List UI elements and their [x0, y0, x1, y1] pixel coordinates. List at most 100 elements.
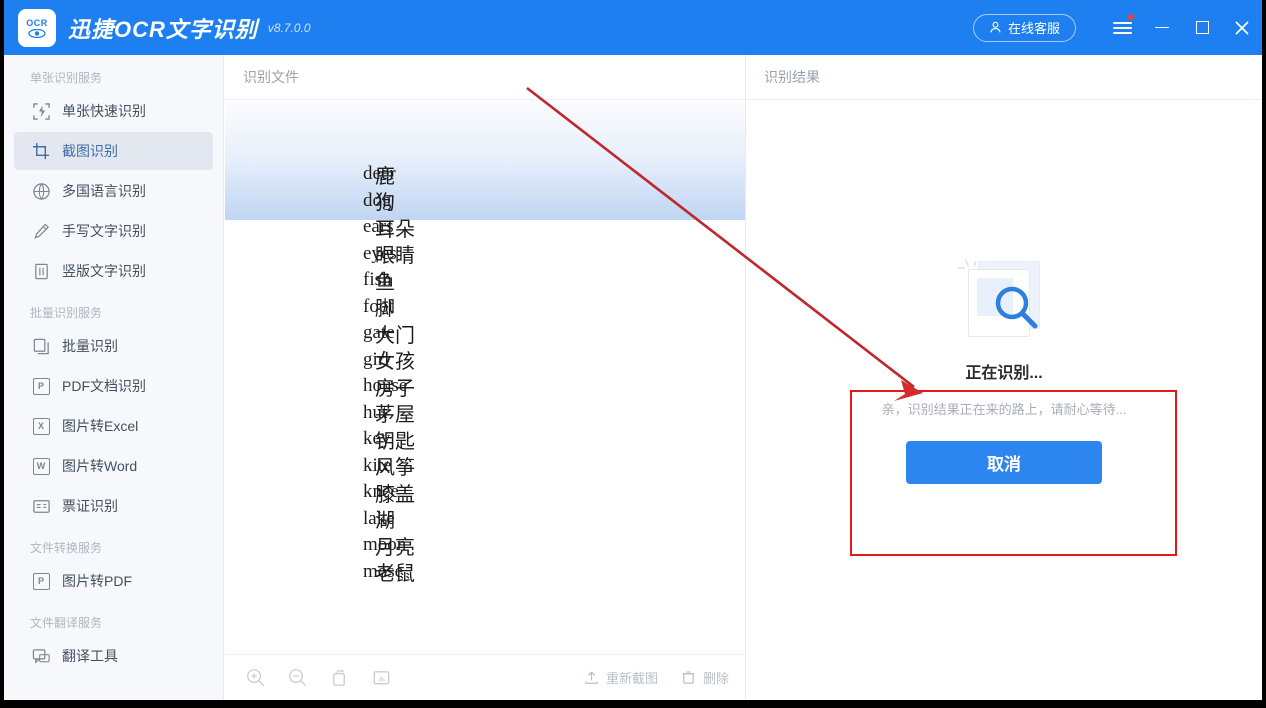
recognition-result-panel: 识别结果 正在识别... 亲，识别结果正在来的路上，请耐心等待... 取消: [746, 55, 1262, 700]
sidebar-item-label: 图片转PDF: [62, 573, 132, 589]
word-chinese: 狗: [375, 192, 395, 215]
sidebar-item-2-5[interactable]: 票证识别: [14, 487, 213, 525]
word-chinese: 鹿: [375, 165, 395, 188]
sidebar-section-title: 文件转换服务: [30, 541, 103, 555]
sparkle-mark: [964, 258, 970, 268]
word-row: deer 鹿: [225, 161, 745, 188]
word-english: mose: [363, 560, 404, 582]
logo-text: OCR: [26, 17, 48, 28]
delete-button[interactable]: 删除: [680, 668, 729, 687]
document-search-icon: [956, 258, 1052, 341]
online-service-button[interactable]: 在线客服: [972, 13, 1076, 42]
zoom-in-icon[interactable]: [245, 667, 267, 689]
word-chinese: 耳朵: [375, 218, 415, 241]
sidebar-item-label: 图片转Excel: [62, 418, 139, 434]
word-file-icon: W: [30, 455, 52, 477]
sidebar-item-label: 多国语言识别: [62, 183, 146, 199]
pdf-file-icon: P: [30, 570, 52, 592]
word-english: gate: [363, 322, 395, 344]
app-title: 迅捷OCR文字识别: [68, 16, 258, 42]
sidebar-item-label: 翻译工具: [62, 648, 118, 664]
sidebar-item-1-1[interactable]: 单张快速识别: [14, 92, 213, 130]
magnifier-icon: [995, 286, 1038, 329]
sidebar-item-label: 单张快速识别: [62, 103, 146, 119]
status-subtitle: 亲，识别结果正在来的路上，请耐心等待...: [881, 402, 1127, 417]
word-english: hut: [363, 401, 388, 423]
eye-icon: [28, 28, 46, 38]
recapture-button[interactable]: 重新截图: [583, 668, 658, 687]
excel-file-icon: X: [30, 415, 52, 437]
sidebar-item-2-4[interactable]: W 图片转Word: [14, 447, 213, 485]
sidebar-item-label: 图片转Word: [62, 458, 138, 474]
stacked-pages-icon: [30, 335, 52, 357]
word-english: fish: [363, 269, 392, 291]
word-english: girl: [363, 348, 390, 370]
window-controls: 在线客服: [972, 0, 1262, 55]
word-english: key: [363, 428, 391, 450]
vertical-text-icon: [30, 260, 52, 282]
sidebar-section-title: 文件翻译服务: [30, 616, 103, 630]
online-service-label: 在线客服: [1007, 21, 1060, 36]
maximize-icon[interactable]: [1182, 0, 1222, 55]
document-preview-area[interactable]: deer 鹿 dog 狗 ears 耳朵 eyes 眼睛 fish 鱼 foot 脚 gate 大门 gir…: [225, 101, 745, 654]
app-version: v8.7.0.0: [267, 20, 311, 35]
word-row: eyes 眼睛: [225, 241, 745, 268]
word-chinese: 钥匙: [375, 430, 415, 453]
sidebar-item-1-5[interactable]: 竖版文字识别: [14, 252, 213, 290]
translate-icon: [30, 645, 52, 667]
sparkle-mark: [973, 260, 977, 268]
rotate-icon[interactable]: [329, 667, 351, 689]
word-chinese: 脚: [375, 298, 395, 321]
word-row: ears 耳朵: [225, 214, 745, 241]
hamburger-menu-icon[interactable]: [1102, 0, 1142, 55]
word-row: key 钥匙: [225, 426, 745, 453]
maximize-square: [1195, 21, 1209, 34]
sidebar-item-1-4[interactable]: 手写文字识别: [14, 212, 213, 250]
minimize-icon[interactable]: [1142, 0, 1182, 55]
recognition-progress-state: 正在识别... 亲，识别结果正在来的路上，请耐心等待... 取消: [746, 101, 1262, 700]
upload-icon: [585, 671, 598, 684]
fit-to-screen-icon[interactable]: [371, 667, 393, 689]
preview-toolbar: 重新截图 删除: [225, 654, 745, 700]
word-row: dog 狗: [225, 188, 745, 215]
status-title: 正在识别...: [965, 365, 1043, 382]
cancel-button[interactable]: 取消: [906, 441, 1102, 484]
screen-bottom-edge: [0, 700, 1266, 708]
word-row: house 房子: [225, 373, 745, 400]
word-english: eyes: [363, 242, 397, 264]
word-row: hut 茅屋: [225, 400, 745, 427]
crop-capture-icon: [30, 140, 52, 162]
sidebar-item-label: 截图识别: [62, 143, 118, 159]
word-chinese: 房子: [375, 377, 415, 400]
word-row: lake 湖: [225, 506, 745, 533]
word-row: mose 老鼠: [225, 559, 745, 586]
word-english: house: [363, 375, 408, 397]
word-english: foot: [363, 295, 394, 317]
word-chinese: 大门: [375, 324, 415, 347]
sidebar-item-2-1[interactable]: 批量识别: [14, 327, 213, 365]
id-card-icon: [30, 495, 52, 517]
sidebar-item-4-1[interactable]: 翻译工具: [14, 637, 213, 675]
right-panel-header: 识别结果: [746, 55, 1262, 100]
word-english: moon: [363, 534, 407, 556]
minimize-bar: [1155, 26, 1169, 29]
word-row: fish 鱼: [225, 267, 745, 294]
word-row: gate 大门: [225, 320, 745, 347]
sidebar-item-1-2[interactable]: 截图识别: [14, 132, 213, 170]
close-x: [1235, 20, 1249, 35]
word-chinese: 眼睛: [375, 245, 415, 268]
sidebar-item-label: 竖版文字识别: [62, 263, 146, 279]
sparkle-mark: [958, 267, 965, 269]
sidebar-item-3-1[interactable]: P 图片转PDF: [14, 562, 213, 600]
word-chinese: 女孩: [375, 351, 415, 374]
sidebar-item-2-2[interactable]: P PDF文档识别: [14, 367, 213, 405]
sidebar-item-2-3[interactable]: X 图片转Excel: [14, 407, 213, 445]
word-english: dog: [363, 189, 392, 211]
word-chinese: 月亮: [375, 536, 415, 559]
close-icon[interactable]: [1222, 0, 1262, 55]
zoom-out-icon[interactable]: [287, 667, 309, 689]
word-chinese: 鱼: [375, 271, 395, 294]
sidebar-item-1-3[interactable]: 多国语言识别: [14, 172, 213, 210]
word-english: deer: [363, 163, 396, 185]
word-row: foot 脚: [225, 294, 745, 321]
